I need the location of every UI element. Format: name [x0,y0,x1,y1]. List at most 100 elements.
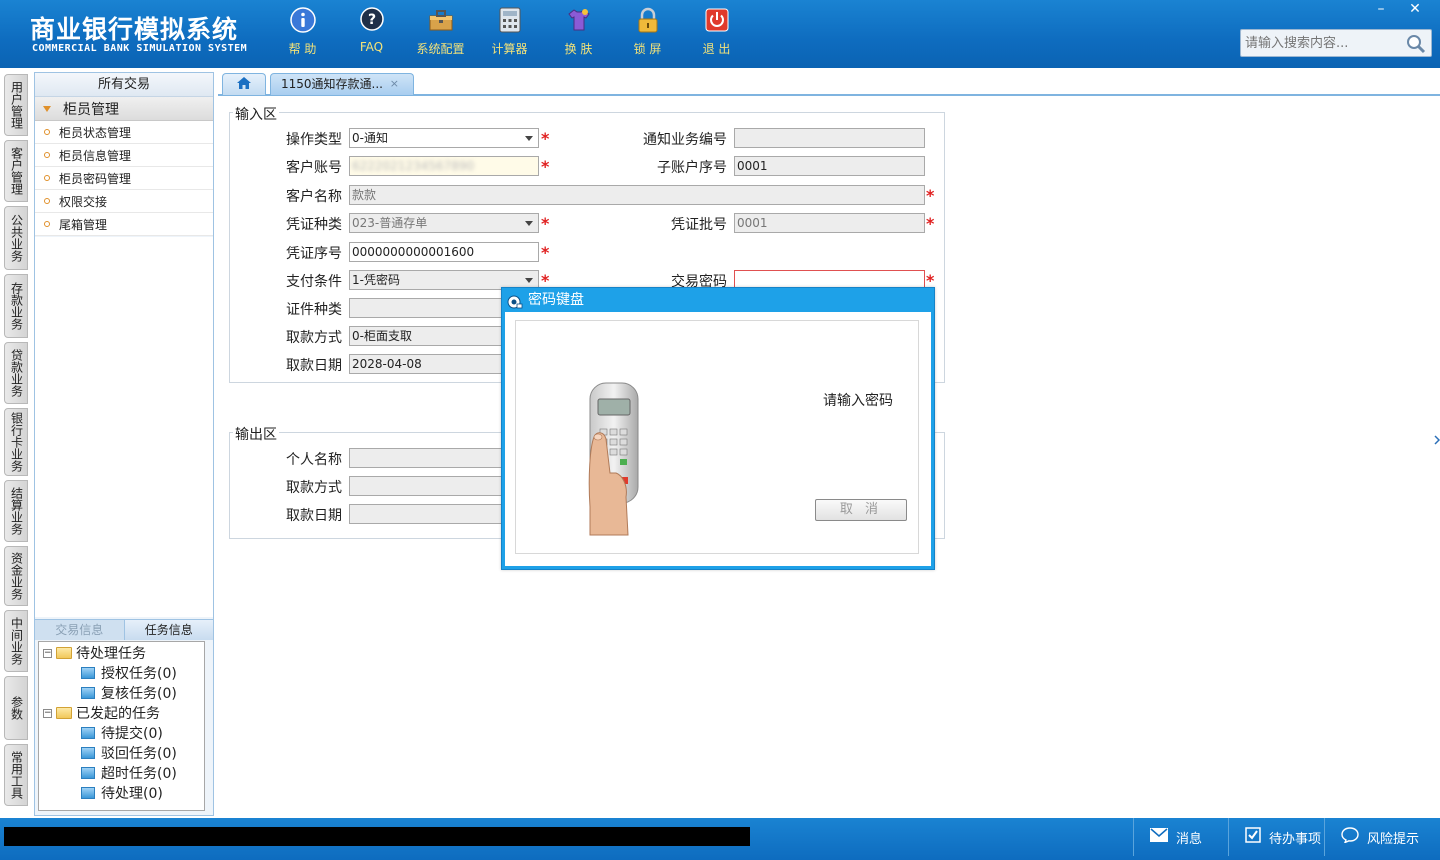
calculator-label: 计算器 [491,42,528,56]
bullet-icon [44,221,50,227]
tree-label: 驳回任务(0) [101,746,177,762]
menu-item-label: 尾箱管理 [59,217,108,232]
voucher-type-value: 023-普通存单 [352,216,428,230]
sub-account-label: 子账户序号 [657,160,727,176]
task-icon [81,747,95,759]
account-field[interactable]: 6222021234567890 [349,156,539,176]
app-subtitle: COMMERCIAL BANK SIMULATION SYSTEM [32,43,248,54]
tree-node-authorize[interactable]: 授权任务(0) [81,663,177,683]
teller-management-group[interactable]: 柜员管理 [35,97,213,121]
collapse-icon[interactable]: − [43,648,52,658]
vtab-user-management[interactable]: 用户管理 [4,74,28,136]
messages-label: 消息 [1176,831,1203,847]
menu-item-teller-password[interactable]: 柜员密码管理 [35,167,213,190]
faq-button[interactable]: ? FAQ [337,6,406,62]
output-withdraw-mode-label: 取款方式 [286,480,342,496]
tree-label: 待提交(0) [101,726,163,742]
vtab-deposit-business[interactable]: 存款业务 [4,274,28,338]
voucher-type-select[interactable]: 023-普通存单 [349,213,539,233]
tab-transaction-info[interactable]: 交易信息 [35,620,124,640]
messages-button[interactable]: 消息 [1133,818,1228,856]
sub-account-field[interactable]: 0001 [734,156,925,176]
tree-node-timeout[interactable]: 超时任务(0) [81,763,177,783]
collapse-icon[interactable]: − [43,708,52,718]
main-toolbar: 帮 助 ? FAQ 系统配置 计算器 换 肤 锁 屏 退 出 [268,6,751,62]
tab-close-icon[interactable]: × [390,74,399,94]
tab-label: 1150通知存款通... [281,77,383,91]
checkbox-icon [1245,827,1261,847]
search-icon[interactable] [1405,33,1427,59]
tree-label: 超时任务(0) [101,766,177,782]
lock-screen-button[interactable]: 锁 屏 [613,6,682,62]
tree-node-to-submit[interactable]: 待提交(0) [81,723,163,743]
risk-alert-label: 风险提示 [1367,831,1420,847]
tree-node-review[interactable]: 复核任务(0) [81,683,177,703]
dialog-body: 请输入密码 取 消 [505,312,931,566]
menu-item-teller-info[interactable]: 柜员信息管理 [35,144,213,167]
svg-text:?: ? [367,12,375,28]
tree-label: 待处理(0) [101,786,163,802]
risk-alert-button[interactable]: 风险提示 [1324,818,1440,856]
vtab-common-tools[interactable]: 常用工具 [4,744,28,806]
vtab-loan-business[interactable]: 贷款业务 [4,342,28,404]
id-type-label: 证件种类 [286,302,342,318]
withdraw-mode-label: 取款方式 [286,330,342,346]
required-mark: * [541,214,550,233]
panel-empty-area [35,237,213,617]
vtab-customer-management[interactable]: 客户管理 [4,140,28,202]
minimize-button[interactable]: – [1364,0,1398,18]
vtab-intermediary-business[interactable]: 中间业务 [4,610,28,672]
cancel-button[interactable]: 取 消 [815,499,907,521]
collapse-handle[interactable] [1433,420,1440,460]
task-tree: − 待处理任务 授权任务(0) 复核任务(0) − 已发起的任务 待提交(0) … [38,641,205,811]
exit-button[interactable]: 退 出 [682,6,751,62]
customer-name-field[interactable]: 款款 [349,185,925,205]
tree-node-pending[interactable]: − 待处理任务 [43,643,146,663]
search-input[interactable] [1241,30,1405,56]
calculator-button[interactable]: 计算器 [475,6,544,62]
vtab-public-business[interactable]: 公共业务 [4,206,28,270]
task-icon [81,787,95,799]
op-type-value: 0-通知 [352,131,388,145]
notice-no-field[interactable] [734,128,925,148]
op-type-select[interactable]: 0-通知 [349,128,539,148]
system-config-button[interactable]: 系统配置 [406,6,475,62]
required-mark: * [541,243,550,262]
tree-node-initiated[interactable]: − 已发起的任务 [43,703,160,723]
vtab-fund-business[interactable]: 资金业务 [4,546,28,606]
output-section-title: 输出区 [233,424,279,444]
pay-condition-label: 支付条件 [286,274,342,290]
system-config-label: 系统配置 [416,42,465,56]
tab-task-info[interactable]: 任务信息 [123,620,213,640]
tree-node-to-process[interactable]: 待处理(0) [81,783,163,803]
dialog-titlebar[interactable]: 密码键盘 [502,288,934,312]
vtab-parameters[interactable]: 参数 [4,676,28,740]
voucher-no-label: 凭证序号 [286,246,342,262]
tab-notice-deposit[interactable]: 1150通知存款通... × [270,73,414,95]
menu-item-teller-status[interactable]: 柜员状态管理 [35,121,213,144]
bullet-icon [44,152,50,158]
input-section-title: 输入区 [233,104,279,124]
info-tabs: 交易信息 任务信息 [35,619,213,640]
chat-bubble-icon [1341,827,1359,847]
menu-item-permission-handover[interactable]: 权限交接 [35,190,213,213]
app-title: 商业银行模拟系统 [30,15,239,44]
vtab-settlement-business[interactable]: 结算业务 [4,480,28,542]
skin-label: 换 肤 [564,42,593,56]
all-transactions-header[interactable]: 所有交易 [35,73,213,97]
voucher-batch-label: 凭证批号 [671,217,727,233]
close-button[interactable]: ✕ [1398,0,1432,18]
voucher-batch-field[interactable]: 0001 [734,213,925,233]
tree-label: 待处理任务 [76,646,146,662]
help-button[interactable]: 帮 助 [268,6,337,62]
account-label: 客户账号 [286,160,342,176]
voucher-no-field[interactable]: 0000000000001600 [349,242,539,262]
home-tab[interactable] [222,73,266,95]
todo-button[interactable]: 待办事项 [1228,818,1324,856]
tree-node-rejected[interactable]: 驳回任务(0) [81,743,177,763]
dropdown-arrow-icon [525,278,533,283]
skin-button[interactable]: 换 肤 [544,6,613,62]
vtab-bank-card-business[interactable]: 银行卡业务 [4,408,28,476]
lock-screen-label: 锁 屏 [633,42,662,56]
menu-item-tail-box[interactable]: 尾箱管理 [35,213,213,236]
